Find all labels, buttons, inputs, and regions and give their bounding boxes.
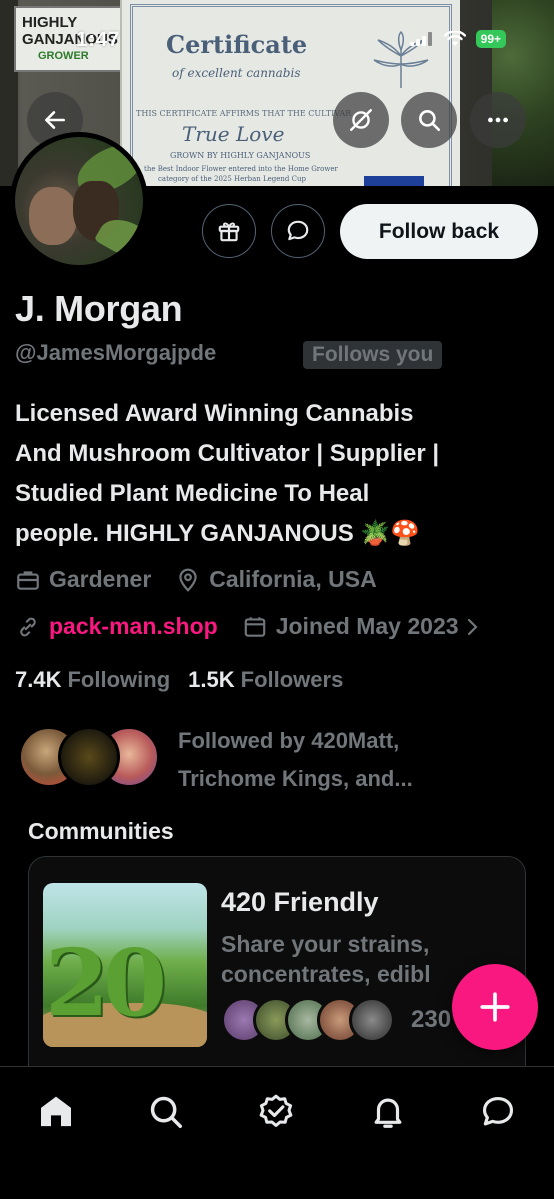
- certificate-grower: GROWN BY HIGHLY GANJANOUS: [170, 151, 311, 160]
- profile-category-text: Gardener: [49, 566, 152, 592]
- profile-meta-row: pack-man.shop Joined May 2023: [15, 613, 481, 640]
- community-members: 230: [221, 997, 451, 1043]
- search-icon: [150, 1096, 182, 1128]
- following-number: 7.4K: [15, 667, 62, 692]
- certificate-subtitle: of excellent cannabis: [172, 66, 301, 80]
- communities-heading: Communities: [28, 818, 174, 844]
- calendar-icon: [244, 616, 266, 637]
- cellular-signal-icon: [409, 32, 432, 46]
- following-label: Following: [67, 667, 171, 692]
- bio-line: Studied Plant Medicine To Heal: [15, 480, 370, 507]
- hide-button[interactable]: [333, 92, 389, 148]
- message-icon: [287, 220, 309, 241]
- follow-counts: 7.4K Following 1.5K Followers: [15, 667, 343, 693]
- followed-by-text[interactable]: Followed by 420Matt, Trichome Kings, and…: [178, 722, 518, 798]
- followers-count[interactable]: 1.5K Followers: [188, 667, 343, 693]
- tab-verified[interactable]: [246, 1087, 306, 1137]
- gift-icon: [218, 222, 240, 242]
- bottom-tab-bar: [0, 1066, 554, 1199]
- profile-category: Gardener: [15, 566, 151, 593]
- certificate-line: the Best Indoor Flower entered into the …: [144, 165, 338, 173]
- profile-joined: Joined May 2023: [242, 613, 459, 640]
- followers-number: 1.5K: [188, 667, 235, 692]
- verified-icon: [259, 1094, 293, 1127]
- profile-joined-text: Joined May 2023: [275, 613, 459, 639]
- profile-handle: @JamesMorgajpde: [15, 340, 217, 365]
- search-button[interactable]: [401, 92, 457, 148]
- briefcase-icon: [17, 570, 39, 590]
- avatar: [349, 997, 395, 1043]
- followed-by-avatars[interactable]: [18, 726, 160, 788]
- bio-line: Licensed Award Winning Cannabis: [15, 400, 414, 427]
- avatar-person: [29, 187, 77, 245]
- follow-back-button[interactable]: Follow back: [340, 204, 538, 259]
- community-member-count: 230: [411, 1006, 452, 1033]
- compose-plus-icon: [480, 992, 510, 1022]
- more-button[interactable]: [470, 92, 526, 148]
- location-pin-icon: [179, 568, 197, 592]
- status-indicators: 99+: [409, 30, 506, 48]
- certificate-strain: True Love: [182, 122, 285, 146]
- avatar[interactable]: [10, 132, 148, 270]
- follows-you-badge: Follows you: [303, 341, 443, 369]
- community-image-text: 20 Fri: [45, 929, 180, 1047]
- tab-home[interactable]: [26, 1087, 86, 1137]
- profile-website-link[interactable]: pack-man.shop: [49, 613, 218, 640]
- back-arrow-icon: [45, 111, 65, 129]
- certificate-affirms: THIS CERTIFICATE AFFIRMS THAT THE CULTIV…: [136, 109, 352, 118]
- certificate-title: Certificate: [166, 30, 308, 59]
- following-count[interactable]: 7.4K Following: [15, 667, 170, 693]
- notifications-icon: [374, 1098, 402, 1128]
- avatar: [58, 726, 120, 788]
- link-icon: [20, 617, 36, 636]
- more-icon: [488, 117, 508, 123]
- home-icon: [41, 1096, 71, 1127]
- wifi-icon: [443, 31, 466, 46]
- bio-line: people. HIGHLY GANJANOUS 🪴🍄: [15, 520, 421, 547]
- community-description: Share your strains, concentrates, edibl: [221, 931, 431, 987]
- community-name: 420 Friendly: [221, 887, 379, 917]
- profile-location: California, USA: [175, 566, 377, 593]
- search-icon: [419, 110, 441, 132]
- gift-button[interactable]: [202, 204, 256, 258]
- followed-by-line: Followed by 420Matt,: [178, 728, 400, 753]
- certificate-line: category of the 2025 Herban Legend Cup: [158, 175, 306, 183]
- hide-icon: [350, 109, 372, 131]
- tab-notifications[interactable]: [358, 1087, 418, 1137]
- profile-website[interactable]: pack-man.shop: [15, 613, 218, 640]
- compose-button[interactable]: [452, 964, 538, 1050]
- battery-indicator: 99+: [475, 30, 506, 48]
- profile-location-text: California, USA: [209, 566, 377, 592]
- tab-search[interactable]: [136, 1087, 196, 1137]
- messages-icon: [482, 1096, 514, 1126]
- profile-bio: Licensed Award Winning Cannabis And Mush…: [15, 394, 540, 554]
- profile-name: J. Morgan: [15, 288, 183, 329]
- community-card[interactable]: 20 Fri 420 Friendly Share your strains, …: [28, 856, 526, 1086]
- community-image: 20 Fri: [43, 883, 207, 1047]
- message-button[interactable]: [271, 204, 325, 258]
- certificate-ribbon: [364, 176, 424, 186]
- status-time: 1:47: [76, 28, 121, 51]
- followers-label: Followers: [240, 667, 344, 692]
- banner-certificate: Certificate of excellent cannabis THIS C…: [120, 0, 460, 186]
- profile-meta-row: Gardener California, USA: [15, 566, 401, 593]
- followed-by-line: Trichome Kings, and...: [178, 766, 413, 791]
- bio-line: And Mushroom Cultivator | Supplier |: [15, 440, 440, 467]
- tab-messages[interactable]: [468, 1087, 528, 1137]
- chevron-right-icon[interactable]: [465, 616, 481, 638]
